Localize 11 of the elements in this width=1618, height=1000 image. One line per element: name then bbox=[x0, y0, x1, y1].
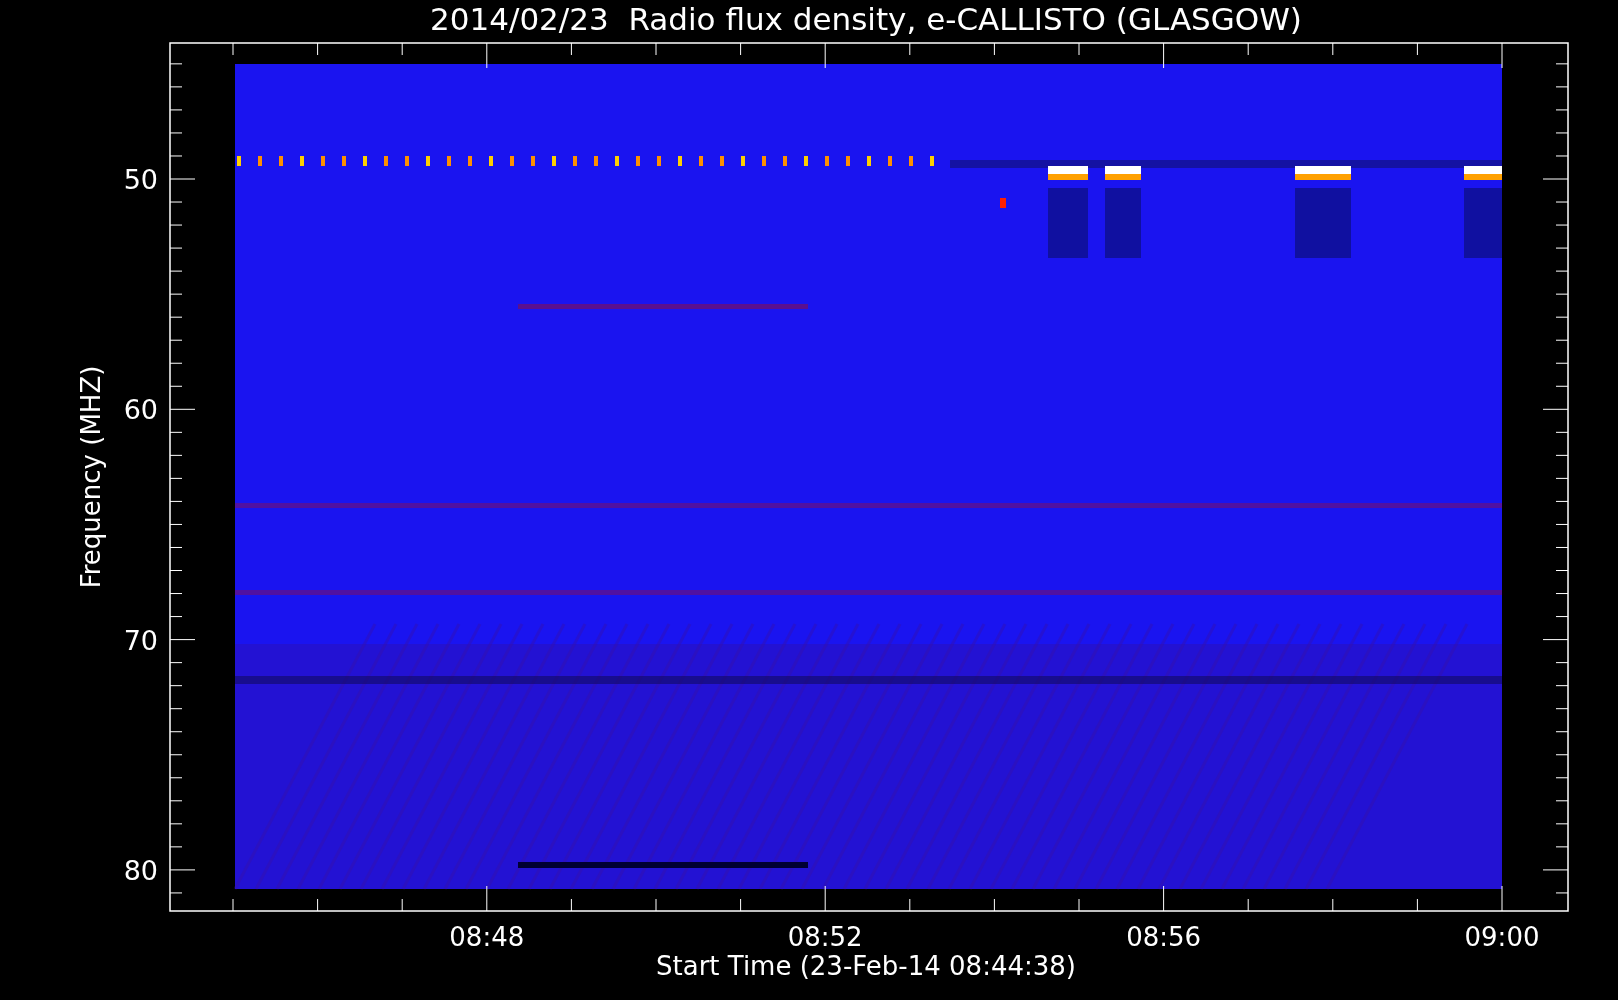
x-tick-label: 08:52 bbox=[787, 922, 863, 952]
y-tick-label: 60 bbox=[123, 394, 158, 426]
x-tick-label: 08:48 bbox=[449, 922, 525, 952]
x-tick-label: 09:00 bbox=[1464, 922, 1540, 952]
y-tick-label: 80 bbox=[123, 854, 158, 886]
y-tick-label: 70 bbox=[123, 624, 158, 656]
y-tick-label: 50 bbox=[123, 164, 158, 195]
y-axis-label: Frequency (MHZ) bbox=[76, 365, 106, 589]
plot-title: 2014/02/23 Radio flux density, e-CALLISTO (GLASGOW) bbox=[430, 1, 1302, 37]
x-axis-label: Start Time (23-Feb-14 08:44:38) bbox=[656, 951, 1076, 981]
x-tick-label: 08:56 bbox=[1126, 922, 1202, 952]
